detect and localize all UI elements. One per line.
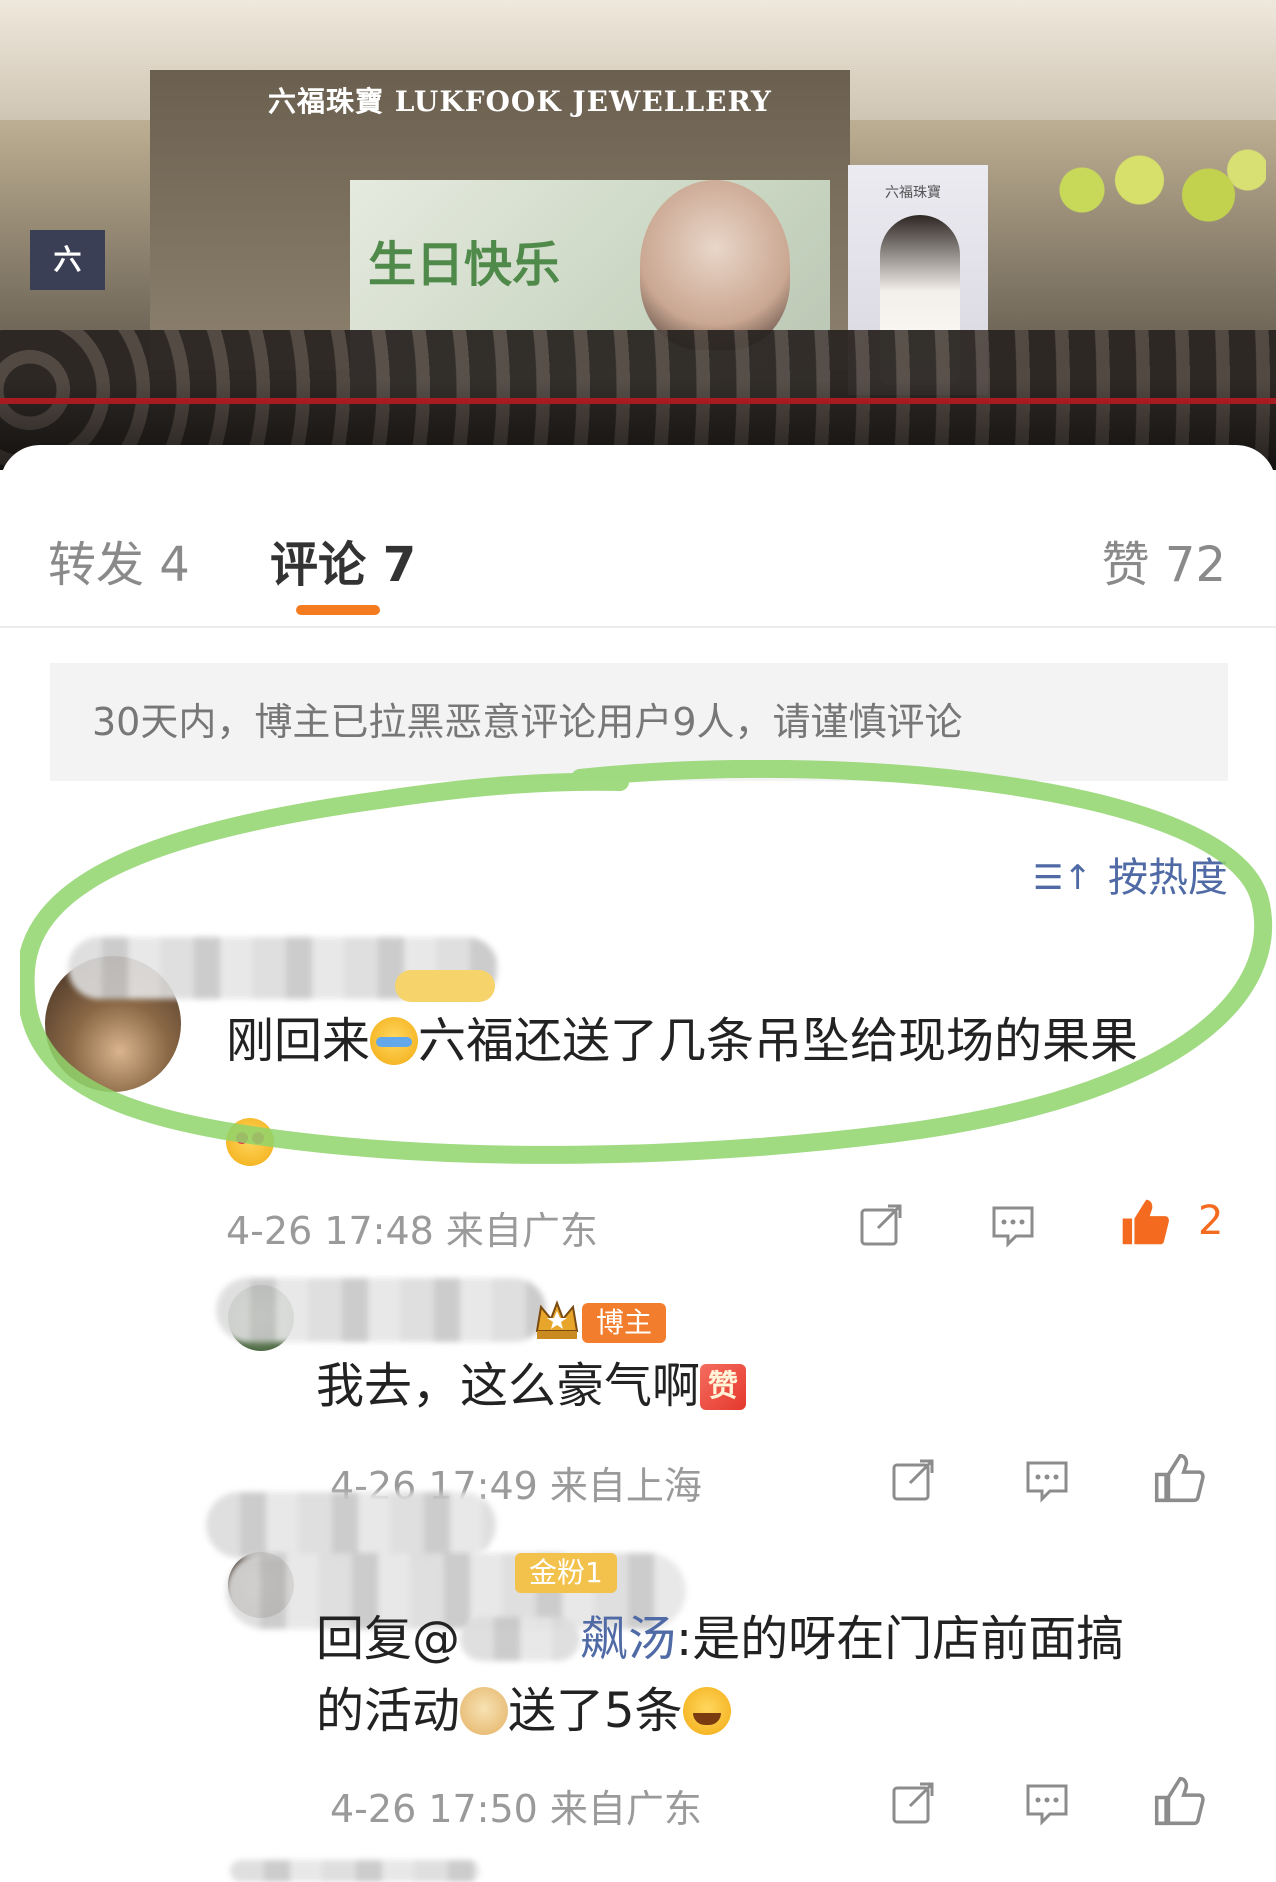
reply-text-body: 我去，这么豪气啊	[316, 1358, 701, 1414]
backdrop-text: 生日快乐	[368, 237, 561, 293]
fan-badge: 金粉1	[515, 1553, 617, 1593]
like-icon[interactable]	[1152, 1451, 1206, 1505]
side-sign: 六	[30, 230, 105, 290]
reply-text: 回复@ 飙汤:是的呀在门店前面搞	[316, 1603, 1124, 1675]
reply-icon[interactable]	[1024, 1780, 1070, 1826]
like-count: 2	[1198, 1198, 1224, 1244]
crown-icon	[533, 1297, 581, 1341]
reply-prefix: 回复@	[316, 1611, 461, 1667]
zan-emoji	[700, 1364, 747, 1410]
sort-label: 按热度	[1108, 855, 1228, 901]
reply-icon[interactable]	[1024, 1457, 1070, 1503]
share-icon[interactable]	[858, 1202, 904, 1248]
mention-visible[interactable]: 飙汤	[580, 1611, 676, 1667]
reply-icon[interactable]	[990, 1202, 1036, 1248]
heart-eyes-emoji	[226, 1118, 274, 1166]
reply-text-line2-a: 的活动	[316, 1683, 461, 1739]
comment-time: 4-26 17:48 来自广东	[226, 1209, 598, 1253]
next-comment-blurred	[230, 1860, 480, 1882]
block-notice: 30天内，博主已拉黑恶意评论用户9人，请谨慎评论	[50, 663, 1228, 781]
comment-text: 刚回来 六福还送了几条吊坠给现场的果果	[226, 1005, 1138, 1077]
like-icon[interactable]	[1152, 1774, 1206, 1828]
backdrop-portrait	[640, 180, 790, 350]
cry-laugh-emoji	[370, 1017, 419, 1065]
comment-emoji-line	[226, 1118, 274, 1166]
store-sign: 六福珠寶 LUKFOOK JEWELLERY	[268, 85, 772, 118]
sort-button[interactable]: ☰↑ 按热度	[1033, 845, 1228, 903]
tab-forward[interactable]: 转发 4	[48, 525, 190, 595]
tab-comment[interactable]: 评论 7	[270, 525, 416, 595]
doge-emoji	[460, 1687, 509, 1735]
username-blurred[interactable]	[216, 1278, 546, 1342]
standee-logo: 六福珠寶	[885, 185, 941, 201]
username-blurred[interactable]	[206, 1492, 496, 1558]
share-icon[interactable]	[890, 1780, 936, 1826]
tab-divider	[0, 626, 1276, 628]
reply-text-line2: 的活动 送了5条	[316, 1675, 731, 1747]
active-tab-indicator	[296, 605, 380, 615]
share-icon[interactable]	[890, 1457, 936, 1503]
comments-card: 转发 4 评论 7 赞 72 30天内，博主已拉黑恶意评论用户9人，请谨慎评论 …	[0, 445, 1276, 1882]
reply-text-line2-b: 送了5条	[508, 1683, 683, 1739]
blogger-badge: 博主	[582, 1303, 667, 1343]
comment-text-part1: 刚回来	[226, 1013, 371, 1069]
mention-blurred[interactable]	[460, 1617, 581, 1661]
reply-text-line1: :是的呀在门店前面搞	[676, 1611, 1125, 1667]
comment-text-part2: 六福还送了几条吊坠给现场的果果	[418, 1013, 1139, 1069]
sort-icon: ☰↑	[1033, 858, 1092, 898]
balloons	[1036, 140, 1266, 240]
reply-text: 我去，这么豪气啊	[316, 1350, 747, 1422]
fan-badge-blurred	[395, 970, 495, 1002]
tab-bar: 转发 4 评论 7 赞 72	[0, 445, 1276, 628]
post-photo[interactable]: 六福珠寶 LUKFOOK JEWELLERY 六 生日快乐 六福珠寶	[0, 0, 1276, 470]
like-icon[interactable]	[1118, 1195, 1172, 1249]
tab-like[interactable]: 赞 72	[1102, 525, 1226, 595]
reply-time: 4-26 17:50 来自广东	[330, 1787, 702, 1831]
laugh-emoji	[682, 1687, 731, 1735]
